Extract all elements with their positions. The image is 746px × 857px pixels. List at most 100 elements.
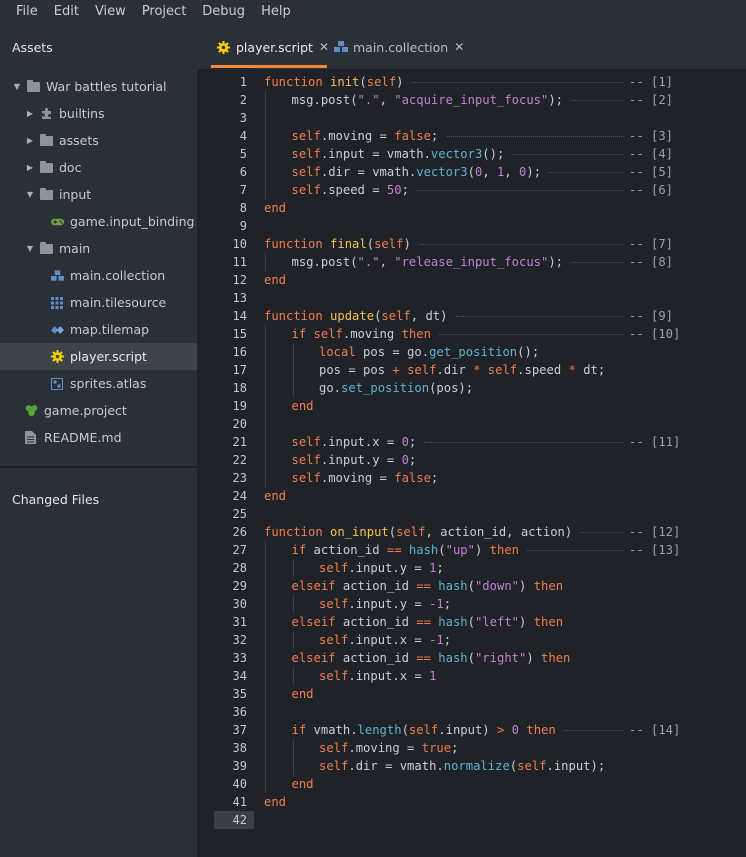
menu-debug[interactable]: Debug <box>194 0 253 24</box>
code-token: ( <box>388 525 397 539</box>
code-text: self.speed = 50; <box>292 181 409 199</box>
close-icon[interactable]: ✕ <box>454 40 464 54</box>
menu-file[interactable]: File <box>8 0 46 24</box>
code-line: elseif action_id == hash("right") then <box>264 649 746 667</box>
leader-dots <box>455 316 624 317</box>
code-token: ) <box>519 579 534 593</box>
code-token: elseif <box>291 615 343 629</box>
tree-item-sprites-atlas[interactable]: sprites.atlas <box>0 370 197 397</box>
code-token: .input.y = <box>348 597 430 611</box>
tab-label: player.script <box>236 39 313 55</box>
line-number: 41 <box>232 795 247 809</box>
code-token: self <box>381 309 411 323</box>
indent-guide <box>265 595 266 613</box>
code-line: self.moving = false; -- [3] <box>264 127 746 145</box>
chevron-right-icon[interactable]: ▶ <box>25 109 35 119</box>
tree-item-readme-md[interactable]: README.md <box>0 424 197 451</box>
indent-guide <box>265 451 266 469</box>
tree-item-doc[interactable]: ▶ doc <box>0 154 197 181</box>
indent-guide <box>265 253 266 271</box>
menu-project[interactable]: Project <box>134 0 194 24</box>
code-token: self <box>319 741 349 755</box>
code-token: .input = vmath. <box>320 147 431 161</box>
line-number: 35 <box>232 687 247 701</box>
chevron-down-icon[interactable]: ▼ <box>25 244 35 254</box>
code-token: self <box>319 561 349 575</box>
code-text: self.input.x = 1 <box>319 667 436 685</box>
code-token: pos = pos <box>319 363 393 377</box>
code-text: end <box>264 487 286 505</box>
annotation-comment: -- [11] <box>629 435 681 449</box>
code-line: self.input.x = 0; -- [11] <box>264 433 746 451</box>
tree-item-label: doc <box>59 160 82 175</box>
tree-item-assets[interactable]: ▶ assets <box>0 127 197 154</box>
folder-icon <box>40 161 53 174</box>
tree-item-game-input-binding[interactable]: game.input_binding <box>0 208 197 235</box>
tree-item-main-collection[interactable]: main.collection <box>0 262 197 289</box>
code-token: "up" <box>445 543 475 557</box>
line-number: 39 <box>232 759 247 773</box>
code-text: end <box>264 271 286 289</box>
line-number: 40 <box>232 777 247 791</box>
code-text: self.input = vmath.vector3(); <box>292 145 505 163</box>
panel-divider[interactable] <box>0 466 197 468</box>
code-token: "release_input_focus" <box>394 255 549 269</box>
code-token: then <box>526 723 556 737</box>
chevron-right-icon[interactable]: ▶ <box>25 163 35 173</box>
tilemap-icon <box>51 323 64 336</box>
code-line: function init(self) -- [1] <box>264 73 746 91</box>
code-line <box>264 415 746 433</box>
line-number: 20 <box>232 417 247 431</box>
code-token: ) <box>403 237 411 251</box>
tab-main-collection[interactable]: main.collection ✕ <box>334 36 464 58</box>
tree-item-main[interactable]: ▼ main <box>0 235 197 262</box>
tree-item-player-script[interactable]: player.script <box>0 343 197 370</box>
script-gear-icon <box>51 350 64 363</box>
annotation-comment: -- [14] <box>629 723 681 737</box>
close-icon[interactable]: ✕ <box>319 40 329 54</box>
code-token: 0 <box>401 435 409 449</box>
tree-item-input[interactable]: ▼ input <box>0 181 197 208</box>
code-token: msg.post( <box>291 93 358 107</box>
indent-guide <box>265 559 266 577</box>
chevron-right-icon[interactable]: ▶ <box>25 136 35 146</box>
tree-item-main-tilesource[interactable]: main.tilesource <box>0 289 197 316</box>
code-line: local pos = go.get_position(); <box>264 343 746 361</box>
asset-tree: ▼ War battles tutorial ▶ builtins ▶ assets ▶ do… <box>0 73 197 451</box>
tree-item-label: assets <box>59 133 99 148</box>
indent-guide <box>292 559 294 577</box>
indent-guide <box>265 667 266 685</box>
menu-view[interactable]: View <box>87 0 134 24</box>
code-token: hash <box>438 651 468 665</box>
indent-guide <box>265 469 266 487</box>
code-text: self.moving = false; <box>292 127 439 145</box>
code-token: self <box>291 471 321 485</box>
indent-guide <box>265 397 266 415</box>
code-token: 0 <box>401 453 409 467</box>
chevron-down-icon[interactable]: ▼ <box>12 82 22 92</box>
code-token: end <box>291 687 314 701</box>
annotation-comment: -- [6] <box>629 183 674 197</box>
code-line: end <box>264 199 746 217</box>
tab-player-script[interactable]: player.script ✕ <box>217 36 329 58</box>
sidebar: Assets ▼ War battles tutorial ▶ builtins ▶ as… <box>0 24 197 857</box>
code-token: .moving = <box>348 741 422 755</box>
code-token: .input); <box>546 759 606 773</box>
menu-edit[interactable]: Edit <box>46 0 87 24</box>
chevron-down-icon[interactable]: ▼ <box>25 190 35 200</box>
line-number: 22 <box>232 453 247 467</box>
code-text: elseif action_id == hash("right") then <box>292 649 571 667</box>
code-area[interactable]: function init(self) -- [1] msg.post(".", "… <box>264 68 746 857</box>
tree-item-game-project[interactable]: game.project <box>0 397 197 424</box>
code-token: ; <box>436 561 444 575</box>
tree-item-war-battles-tutorial[interactable]: ▼ War battles tutorial <box>0 73 197 100</box>
menu-help[interactable]: Help <box>253 0 299 24</box>
tree-item-builtins[interactable]: ▶ builtins <box>0 100 197 127</box>
tree-item-map-tilemap[interactable]: map.tilemap <box>0 316 197 343</box>
code-token: , dt) <box>410 309 448 323</box>
leader-dots <box>439 334 624 335</box>
code-token: self <box>319 597 349 611</box>
code-token: ); <box>548 255 564 269</box>
